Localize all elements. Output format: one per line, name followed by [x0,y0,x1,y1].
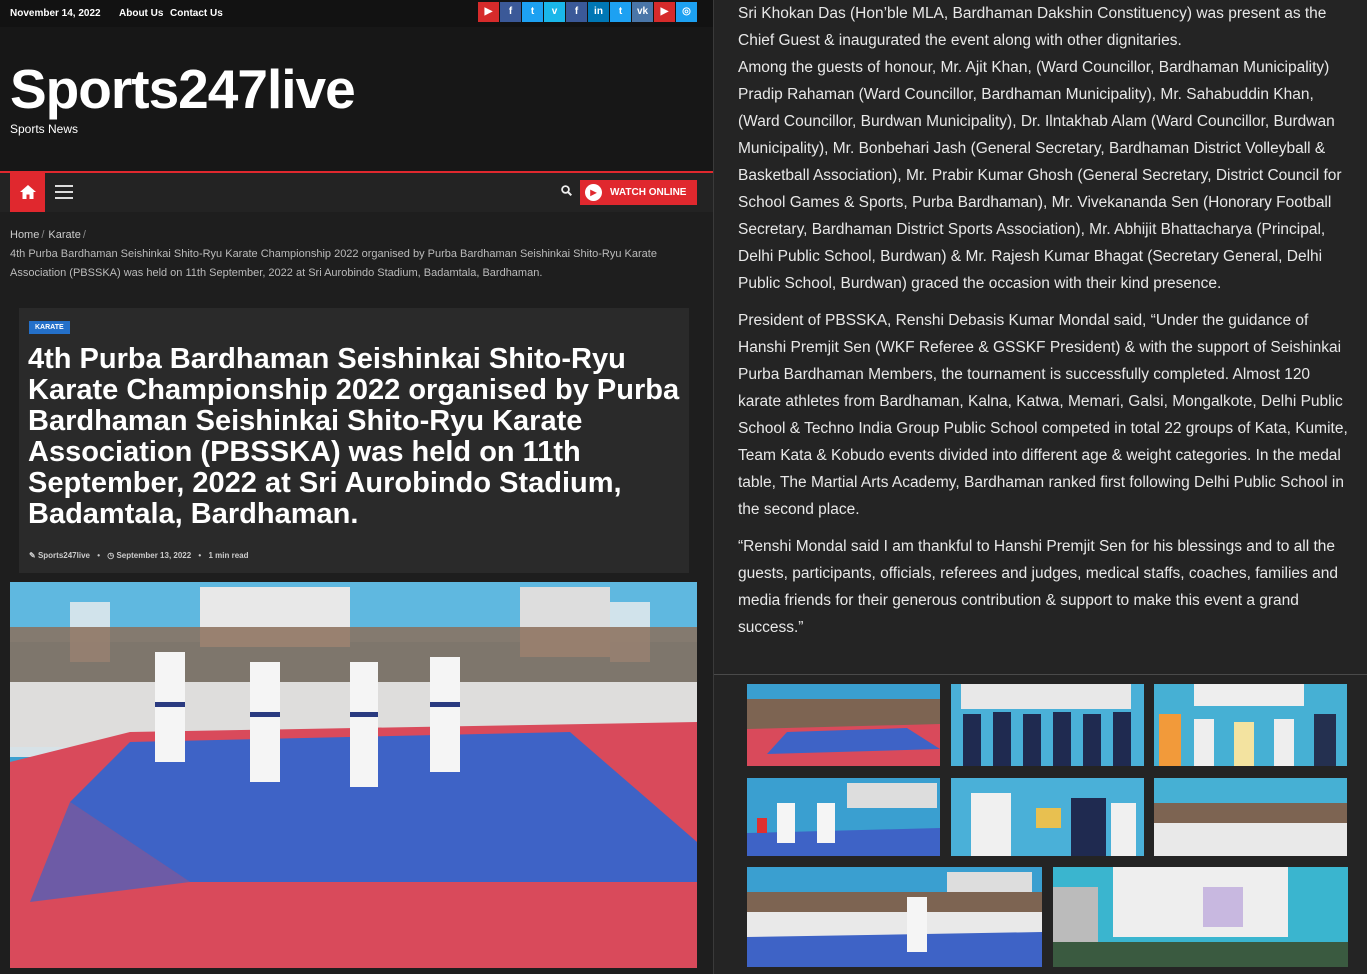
about-us-link[interactable]: About Us [119,8,163,19]
youtube-icon[interactable]: ▶ [654,2,675,22]
current-date: November 14, 2022 [10,8,101,19]
facebook-icon[interactable]: f [500,2,521,22]
publish-date[interactable]: September 13, 2022 [116,551,191,560]
article-meta: ✎ Sports247live • ◷ September 13, 2022 •… [29,551,249,560]
play-icon: ▶ [585,184,602,201]
gallery-image[interactable] [951,684,1144,766]
watch-online-button[interactable]: ▶ WATCH ONLINE [580,180,697,205]
author-link[interactable]: Sports247live [38,551,90,560]
featured-image[interactable] [10,582,697,968]
breadcrumb-home[interactable]: Home [10,229,39,241]
linkedin-icon[interactable]: in [588,2,609,22]
category-badge[interactable]: KARATE [29,321,70,334]
site-tagline: Sports News [10,122,79,136]
breadcrumb: Home / Karate/ 4th Purba Bardhaman Seishin… [10,226,700,283]
facebook-icon[interactable]: f [566,2,587,22]
gallery-image[interactable] [951,778,1144,856]
clock-icon: ◷ [107,551,115,560]
gallery-image[interactable] [747,684,940,766]
twitter-icon[interactable]: t [610,2,631,22]
article-body: Sri Khokan Das (Hon’ble MLA, Bardhaman D… [738,0,1353,651]
body-paragraph: “Renshi Mondal said I am thankful to Han… [738,538,1338,636]
content-divider [714,674,1367,675]
watch-online-label: WATCH ONLINE [610,187,687,198]
search-icon[interactable] [561,185,573,199]
body-paragraph: Sri Khokan Das (Hon’ble MLA, Bardhaman D… [738,5,1342,292]
youtube-icon[interactable]: ▶ [478,2,499,22]
left-page-panel: November 14, 2022 About Us Contact Us ▶ f… [0,0,713,974]
top-bar: November 14, 2022 About Us Contact Us ▶ f… [0,0,713,27]
gallery-image[interactable] [1154,778,1347,856]
breadcrumb-category[interactable]: Karate [48,229,80,241]
gallery-image[interactable] [747,867,1042,967]
gallery-image[interactable] [747,778,940,856]
body-paragraph: President of PBSSKA, Renshi Debasis Kuma… [738,312,1348,518]
home-button[interactable] [10,173,45,212]
read-time: 1 min read [208,551,249,560]
right-page-panel: Sri Khokan Das (Hon’ble MLA, Bardhaman D… [714,0,1367,974]
instagram-icon[interactable]: ◎ [676,2,697,22]
author-icon: ✎ [29,551,36,560]
masthead: Sports247live Sports News [0,27,713,171]
contact-us-link[interactable]: Contact Us [170,8,223,19]
site-title[interactable]: Sports247live [10,57,356,121]
article-title: 4th Purba Bardhaman Seishinkai Shito-Ryu… [28,343,680,530]
breadcrumb-current: 4th Purba Bardhaman Seishinkai Shito-Ryu… [10,248,657,279]
gallery-image[interactable] [1053,867,1348,967]
gallery-image[interactable] [1154,684,1347,766]
social-links: ▶ f t v f in t vk ▶ ◎ [478,2,697,22]
twitter-icon[interactable]: t [522,2,543,22]
hamburger-menu-icon[interactable] [55,185,73,199]
vk-icon[interactable]: vk [632,2,653,22]
vimeo-icon[interactable]: v [544,2,565,22]
article-header-card: KARATE 4th Purba Bardhaman Seishinkai Sh… [19,308,689,573]
home-icon [19,185,36,199]
main-navbar: ▶ WATCH ONLINE [0,171,713,212]
